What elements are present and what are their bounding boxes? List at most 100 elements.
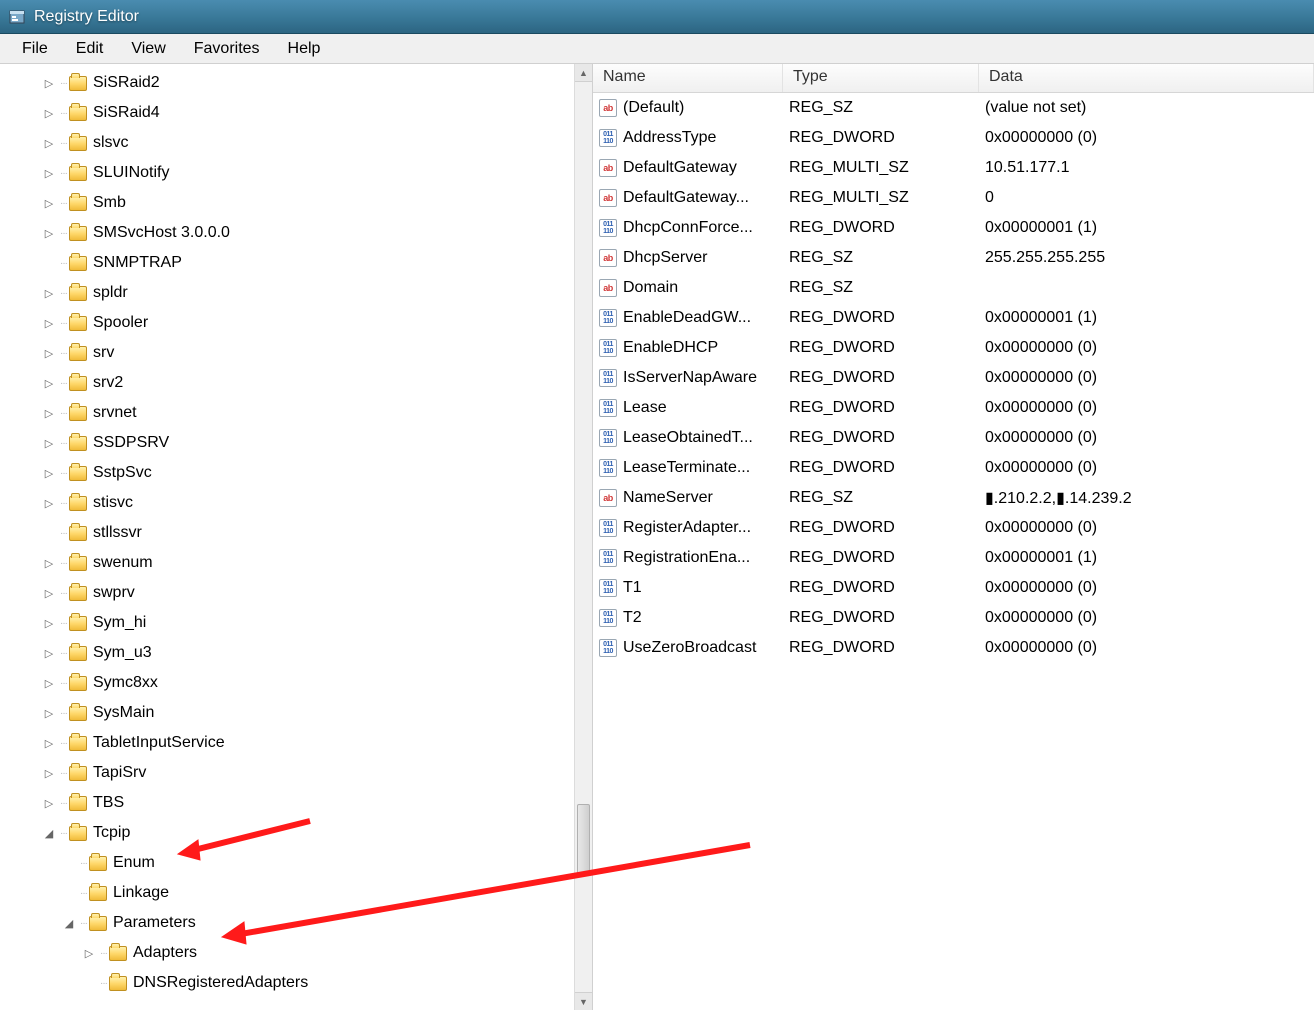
tree-node[interactable]: ▷···TabletInputService bbox=[8, 728, 592, 758]
tree-node[interactable]: ▷···Sym_hi bbox=[8, 608, 592, 638]
expander-closed-icon[interactable]: ▷ bbox=[42, 677, 56, 690]
registry-value-row[interactable]: abDefaultGatewayREG_MULTI_SZ10.51.177.1 bbox=[593, 153, 1314, 183]
expander-closed-icon[interactable]: ▷ bbox=[42, 287, 56, 300]
expander-closed-icon[interactable]: ▷ bbox=[42, 497, 56, 510]
tree-node[interactable]: ···Linkage bbox=[8, 878, 592, 908]
tree-node[interactable]: ▷···stisvc bbox=[8, 488, 592, 518]
expander-closed-icon[interactable]: ▷ bbox=[42, 647, 56, 660]
expander-closed-icon[interactable]: ▷ bbox=[42, 767, 56, 780]
expander-closed-icon[interactable]: ▷ bbox=[42, 197, 56, 210]
registry-value-row[interactable]: 011 110AddressTypeREG_DWORD0x00000000 (0… bbox=[593, 123, 1314, 153]
registry-value-row[interactable]: abDefaultGateway...REG_MULTI_SZ0 bbox=[593, 183, 1314, 213]
column-data[interactable]: Data bbox=[979, 64, 1314, 92]
expander-closed-icon[interactable]: ▷ bbox=[82, 947, 96, 960]
tree-node[interactable]: ▷···spldr bbox=[8, 278, 592, 308]
expander-closed-icon[interactable]: ▷ bbox=[42, 227, 56, 240]
menu-view[interactable]: View bbox=[117, 36, 179, 62]
menu-favorites[interactable]: Favorites bbox=[180, 36, 274, 62]
registry-value-row[interactable]: 011 110UseZeroBroadcastREG_DWORD0x000000… bbox=[593, 633, 1314, 663]
tree-node[interactable]: ▷···SLUINotify bbox=[8, 158, 592, 188]
tree-node[interactable]: ▷···Symc8xx bbox=[8, 668, 592, 698]
tree-node[interactable]: ▷···slsvc bbox=[8, 128, 592, 158]
tree-node[interactable]: ▷···Adapters bbox=[8, 938, 592, 968]
tree-node-label: Sym_u3 bbox=[93, 644, 152, 662]
tree-node[interactable]: ◢···Tcpip bbox=[8, 818, 592, 848]
tree-node[interactable]: ▷···SysMain bbox=[8, 698, 592, 728]
tree-node[interactable]: ···SNMPTRAP bbox=[8, 248, 592, 278]
tree-node[interactable]: ▷···SstpSvc bbox=[8, 458, 592, 488]
tree-node[interactable]: ▷···srvnet bbox=[8, 398, 592, 428]
tree-node[interactable]: ▷···swenum bbox=[8, 548, 592, 578]
tree-scrollbar[interactable]: ▲ ▼ bbox=[574, 64, 592, 1010]
tree-node[interactable]: ▷···srv bbox=[8, 338, 592, 368]
expander-closed-icon[interactable]: ▷ bbox=[42, 377, 56, 390]
menu-help[interactable]: Help bbox=[274, 36, 335, 62]
registry-value-row[interactable]: abDomainREG_SZ bbox=[593, 273, 1314, 303]
registry-value-row[interactable]: 011 110DhcpConnForce...REG_DWORD0x000000… bbox=[593, 213, 1314, 243]
tree-node[interactable]: ▷···swprv bbox=[8, 578, 592, 608]
expander-closed-icon[interactable]: ▷ bbox=[42, 347, 56, 360]
expander-closed-icon[interactable]: ▷ bbox=[42, 707, 56, 720]
registry-value-row[interactable]: 011 110EnableDHCPREG_DWORD0x00000000 (0) bbox=[593, 333, 1314, 363]
column-type[interactable]: Type bbox=[783, 64, 979, 92]
registry-value-row[interactable]: abDhcpServerREG_SZ255.255.255.255 bbox=[593, 243, 1314, 273]
tree-node[interactable]: ▷···SSDPSRV bbox=[8, 428, 592, 458]
column-name[interactable]: Name bbox=[593, 64, 783, 92]
tree-node[interactable]: ▷···Spooler bbox=[8, 308, 592, 338]
expander-closed-icon[interactable]: ▷ bbox=[42, 737, 56, 750]
scroll-down-icon[interactable]: ▼ bbox=[575, 992, 592, 1010]
folder-icon bbox=[109, 946, 127, 961]
expander-closed-icon[interactable]: ▷ bbox=[42, 107, 56, 120]
expander-open-icon[interactable]: ◢ bbox=[62, 917, 76, 930]
tree-node[interactable]: ▷···Sym_u3 bbox=[8, 638, 592, 668]
tree-node-label: SSDPSRV bbox=[93, 434, 169, 452]
expander-closed-icon[interactable]: ▷ bbox=[42, 557, 56, 570]
tree-node[interactable]: ▷···srv2 bbox=[8, 368, 592, 398]
registry-value-row[interactable]: 011 110LeaseTerminate...REG_DWORD0x00000… bbox=[593, 453, 1314, 483]
expander-closed-icon[interactable]: ▷ bbox=[42, 317, 56, 330]
tree-node[interactable]: ▷···TBS bbox=[8, 788, 592, 818]
folder-icon bbox=[69, 346, 87, 361]
expander-closed-icon[interactable]: ▷ bbox=[42, 467, 56, 480]
expander-closed-icon[interactable]: ▷ bbox=[42, 77, 56, 90]
tree-node[interactable]: ···stllssvr bbox=[8, 518, 592, 548]
expander-closed-icon[interactable]: ▷ bbox=[42, 797, 56, 810]
registry-value-row[interactable]: 011 110IsServerNapAwareREG_DWORD0x000000… bbox=[593, 363, 1314, 393]
string-value-icon: ab bbox=[599, 189, 617, 207]
expander-open-icon[interactable]: ◢ bbox=[42, 827, 56, 840]
expander-closed-icon[interactable]: ▷ bbox=[42, 587, 56, 600]
tree-node[interactable]: ▷···Smb bbox=[8, 188, 592, 218]
tree-node[interactable]: ···Enum bbox=[8, 848, 592, 878]
value-type: REG_DWORD bbox=[789, 339, 985, 357]
registry-value-row[interactable]: ab(Default)REG_SZ(value not set) bbox=[593, 93, 1314, 123]
dword-value-icon: 011 110 bbox=[599, 369, 617, 387]
expander-closed-icon[interactable]: ▷ bbox=[42, 407, 56, 420]
registry-value-row[interactable]: 011 110LeaseREG_DWORD0x00000000 (0) bbox=[593, 393, 1314, 423]
tree-node[interactable]: ▷···SMSvcHost 3.0.0.0 bbox=[8, 218, 592, 248]
folder-icon bbox=[69, 316, 87, 331]
tree-node[interactable]: ···DNSRegisteredAdapters bbox=[8, 968, 592, 998]
tree-connector-icon: ··· bbox=[60, 318, 67, 329]
folder-icon bbox=[69, 496, 87, 511]
registry-value-row[interactable]: 011 110T1REG_DWORD0x00000000 (0) bbox=[593, 573, 1314, 603]
scroll-thumb[interactable] bbox=[577, 804, 590, 874]
registry-value-row[interactable]: 011 110T2REG_DWORD0x00000000 (0) bbox=[593, 603, 1314, 633]
menu-file[interactable]: File bbox=[8, 36, 62, 62]
expander-closed-icon[interactable]: ▷ bbox=[42, 617, 56, 630]
tree-node[interactable]: ▷···TapiSrv bbox=[8, 758, 592, 788]
expander-closed-icon[interactable]: ▷ bbox=[42, 167, 56, 180]
tree-node[interactable]: ▷···SiSRaid4 bbox=[8, 98, 592, 128]
scroll-up-icon[interactable]: ▲ bbox=[575, 64, 592, 82]
registry-value-row[interactable]: abNameServerREG_SZ▮.210.2.2,▮.14.239.2 bbox=[593, 483, 1314, 513]
expander-closed-icon[interactable]: ▷ bbox=[42, 437, 56, 450]
registry-value-row[interactable]: 011 110RegisterAdapter...REG_DWORD0x0000… bbox=[593, 513, 1314, 543]
tree-node[interactable]: ▷···SiSRaid2 bbox=[8, 68, 592, 98]
folder-icon bbox=[69, 646, 87, 661]
registry-value-row[interactable]: 011 110EnableDeadGW...REG_DWORD0x0000000… bbox=[593, 303, 1314, 333]
menu-edit[interactable]: Edit bbox=[62, 36, 118, 62]
registry-value-row[interactable]: 011 110LeaseObtainedT...REG_DWORD0x00000… bbox=[593, 423, 1314, 453]
tree-connector-icon: ··· bbox=[100, 978, 107, 989]
expander-closed-icon[interactable]: ▷ bbox=[42, 137, 56, 150]
registry-value-row[interactable]: 011 110RegistrationEna...REG_DWORD0x0000… bbox=[593, 543, 1314, 573]
tree-node[interactable]: ◢···Parameters bbox=[8, 908, 592, 938]
